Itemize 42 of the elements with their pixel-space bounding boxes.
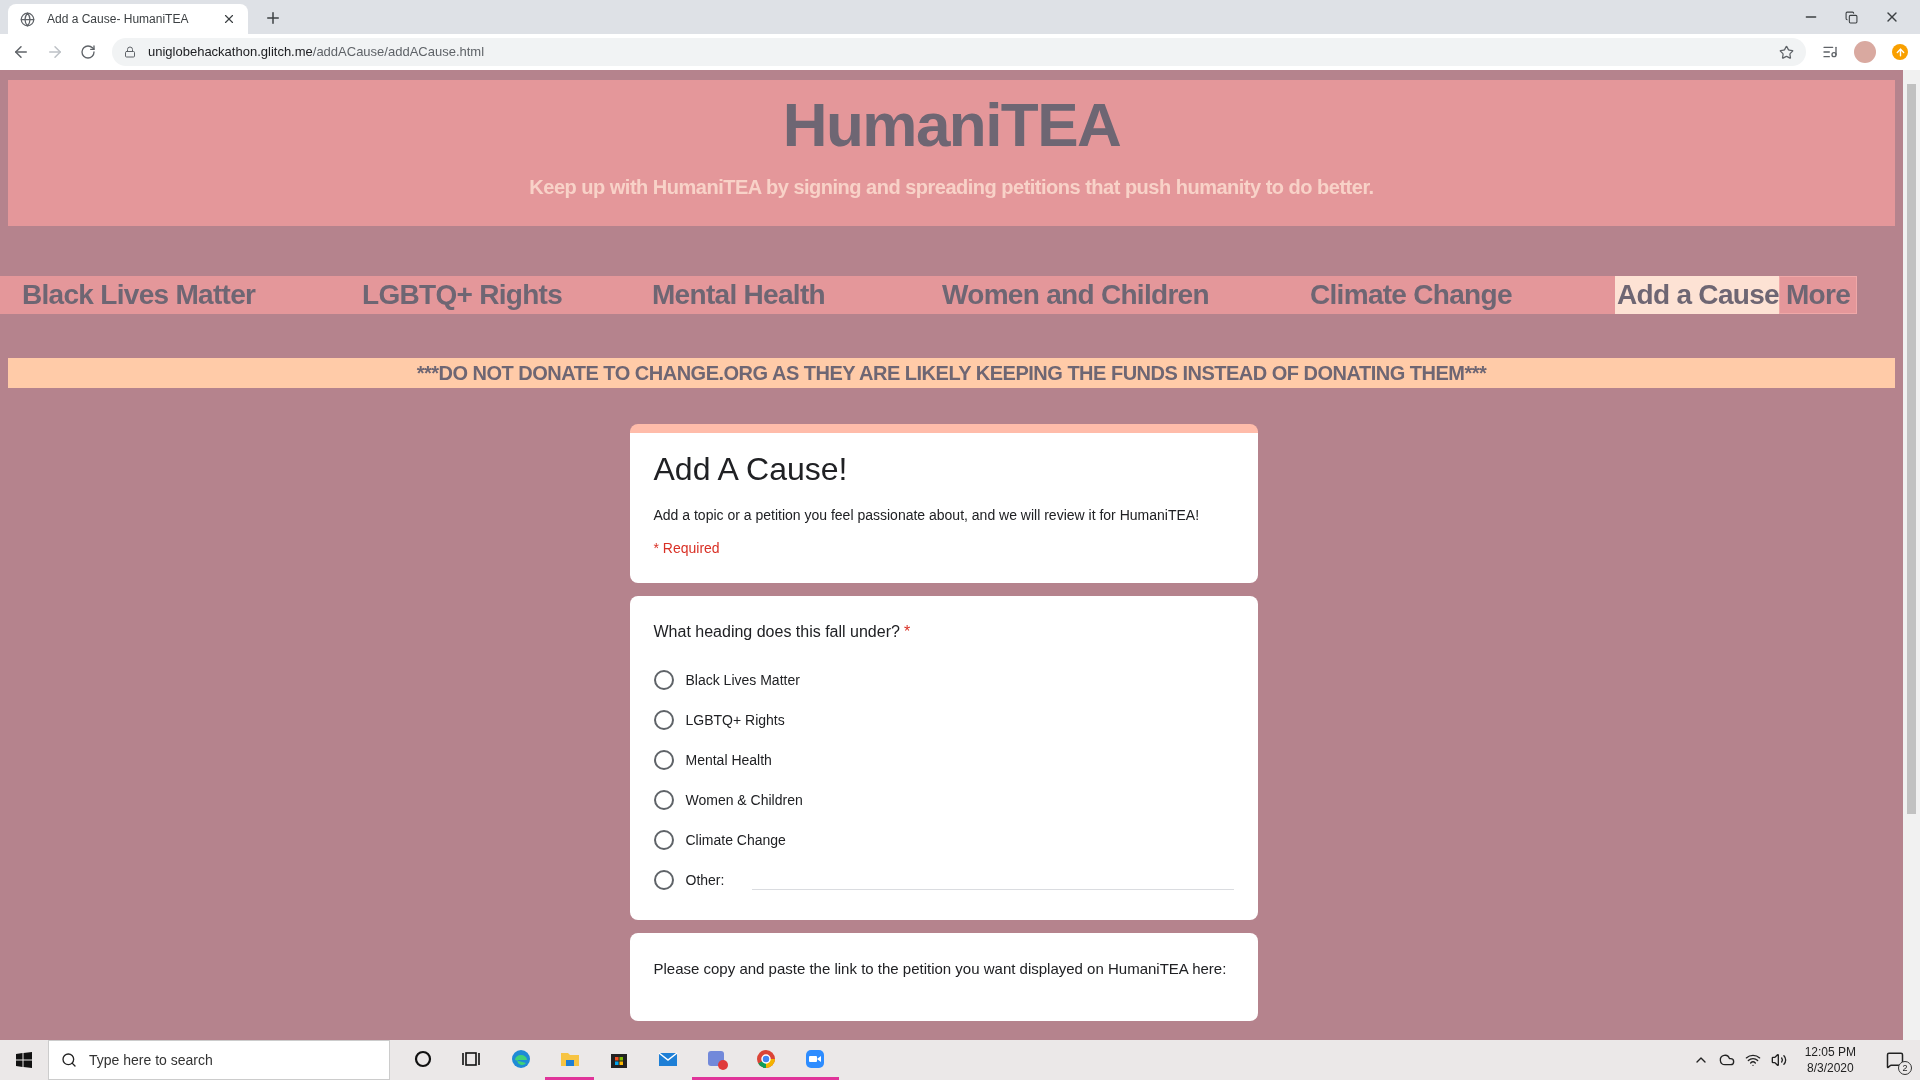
option-label[interactable]: Other: <box>685 869 725 891</box>
scrollbar[interactable] <box>1903 70 1920 1040</box>
new-tab-icon[interactable] <box>264 9 282 27</box>
taskbar-search-field[interactable]: Type here to search <box>48 1040 390 1080</box>
wifi-icon[interactable] <box>1744 1052 1761 1068</box>
radio-button[interactable] <box>653 870 674 890</box>
address-bar[interactable]: uniglobehackathon.glitch.me/addACause/addACause.html <box>112 38 1806 66</box>
form-description: Add a topic or a petition you feel passionate about, and we will review it for HumaniTEA! <box>653 506 1200 525</box>
browser-tab[interactable]: Add a Cause- HumaniTEA <box>8 4 248 34</box>
required-note: * Required <box>653 539 721 558</box>
lock-icon <box>124 46 136 58</box>
bookmark-star-icon[interactable] <box>1779 44 1794 60</box>
warning-text: ***DO NOT DONATE TO CHANGE.ORG AS THEY ARE LIKELY KEEPING THE FUNDS INSTEAD OF DONATING THEM*** <box>416 361 1487 386</box>
reload-icon[interactable] <box>80 44 96 60</box>
clock-time[interactable]: 12:05 PM <box>1804 1044 1856 1060</box>
option-label[interactable]: Mental Health <box>685 749 772 771</box>
speaker-icon[interactable] <box>1770 1052 1787 1068</box>
windows-start-icon[interactable] <box>16 1052 32 1068</box>
back-icon[interactable] <box>12 43 30 61</box>
required-mark: * <box>903 622 911 642</box>
radio-button[interactable] <box>653 830 674 850</box>
option-label[interactable]: LGBTQ+ Rights <box>685 709 785 731</box>
restore-icon[interactable] <box>1845 10 1858 24</box>
clock-date[interactable]: 8/3/2020 <box>1806 1060 1854 1076</box>
radio-button[interactable] <box>653 670 674 690</box>
question-label: Please copy and paste the link to the petition you want displayed on HumaniTEA here: <box>653 959 1228 979</box>
tagline: Keep up with HumaniTEA by signing and spreading petitions that push humanity to do better. <box>529 175 1374 201</box>
close-icon[interactable] <box>222 12 236 26</box>
question-label: What heading does this fall under? <box>653 622 900 642</box>
option-label[interactable]: Black Lives Matter <box>685 669 800 691</box>
radio-button[interactable] <box>653 790 674 810</box>
option-label[interactable]: Climate Change <box>685 829 786 851</box>
radio-button[interactable] <box>653 750 674 770</box>
option-label[interactable]: Women & Children <box>685 789 803 811</box>
cloud-icon[interactable] <box>1718 1052 1735 1068</box>
globe-icon <box>20 11 35 27</box>
media-icon[interactable] <box>1822 44 1838 60</box>
form-title: Add A Cause! <box>653 450 849 489</box>
site-title: HumaniTEA <box>782 89 1121 161</box>
nav-link[interactable]: Add a Cause <box>1615 276 1781 314</box>
search-icon <box>61 1052 77 1068</box>
radio-button[interactable] <box>653 710 674 730</box>
